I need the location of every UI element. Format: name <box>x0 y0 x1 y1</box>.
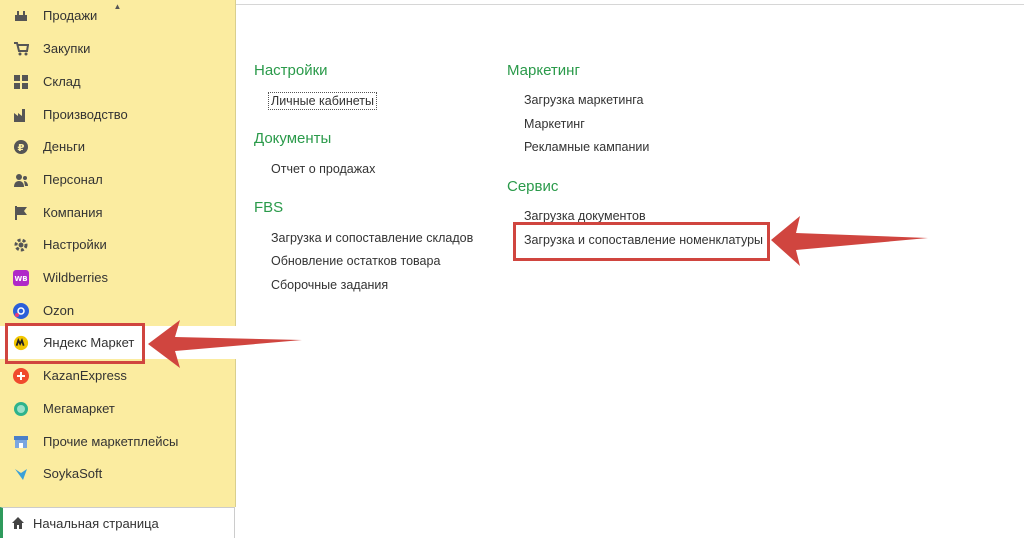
ruble-icon: ₽ <box>13 139 29 155</box>
link-assembly-tasks[interactable]: Сборочные задания <box>271 278 388 292</box>
sidebar-item-wildberries[interactable]: WB Wildberries <box>0 261 235 294</box>
ozon-icon <box>13 302 29 319</box>
people-icon <box>13 172 29 188</box>
link-ad-campaigns[interactable]: Рекламные кампании <box>524 140 649 154</box>
sidebar-item-personnel[interactable]: Персонал <box>0 163 235 196</box>
svg-text:WB: WB <box>14 275 27 283</box>
link-warehouse-mapping[interactable]: Загрузка и сопоставление складов <box>271 231 473 245</box>
store-icon <box>13 434 29 450</box>
sidebar-item-label: Настройки <box>43 237 107 252</box>
cart-icon <box>13 41 29 57</box>
home-page-tab[interactable]: Начальная страница <box>0 507 235 538</box>
sidebar-item-money[interactable]: ₽ Деньги <box>0 130 235 163</box>
sidebar-item-label: Персонал <box>43 172 103 187</box>
sidebar-item-label: Мегамаркет <box>43 401 115 416</box>
sidebar-item-label: KazanExpress <box>43 368 127 383</box>
annotation-box-nomenclature <box>513 222 770 261</box>
sidebar-item-purchases[interactable]: Закупки <box>0 32 235 65</box>
home-page-label: Начальная страница <box>33 516 159 531</box>
sales-icon <box>13 7 29 23</box>
annotation-arrow-right <box>771 216 928 266</box>
sidebar-item-label: Wildberries <box>43 270 109 285</box>
sidebar-item-company[interactable]: Компания <box>0 196 235 229</box>
section-title-service: Сервис <box>507 178 559 195</box>
wildberries-icon: WB <box>13 269 29 286</box>
annotation-box-yandex <box>5 323 145 364</box>
content-top-divider <box>236 4 1024 5</box>
sidebar-item-settings[interactable]: Настройки <box>0 228 235 261</box>
link-personal-accounts[interactable]: Личные кабинеты <box>268 92 377 110</box>
soykasoft-icon <box>13 466 29 482</box>
sidebar-item-label: Ozon <box>43 303 75 318</box>
svg-text:₽: ₽ <box>18 143 25 154</box>
sidebar-item-label: Продажи <box>43 8 98 23</box>
sidebar-item-label: Компания <box>43 205 103 220</box>
sidebar-item-label: Закупки <box>43 41 91 56</box>
link-stock-update[interactable]: Обновление остатков товара <box>271 254 440 268</box>
sidebar-item-megamarket[interactable]: Мегамаркет <box>0 392 235 425</box>
section-title-marketing: Маркетинг <box>507 62 580 79</box>
sidebar-item-warehouse[interactable]: Склад <box>0 65 235 98</box>
sidebar-item-soykasoft[interactable]: SoykaSoft <box>0 457 235 490</box>
sidebar-item-label: SoykaSoft <box>43 466 103 481</box>
megamarket-icon <box>13 401 29 417</box>
sidebar-item-label: Прочие маркетплейсы <box>43 434 179 449</box>
section-title-settings: Настройки <box>254 62 328 79</box>
home-icon <box>11 516 25 533</box>
sidebar: ▲ Продажи Закупки Склад Производство ₽ Д… <box>0 0 240 507</box>
link-marketing-load[interactable]: Загрузка маркетинга <box>524 93 644 107</box>
link-documents-load[interactable]: Загрузка документов <box>524 209 646 223</box>
gear-icon <box>13 237 29 253</box>
link-sales-report[interactable]: Отчет о продажах <box>271 162 375 176</box>
section-title-fbs: FBS <box>254 199 284 216</box>
factory-icon <box>13 107 29 123</box>
sidebar-item-label: Склад <box>43 74 81 89</box>
sidebar-item-other-marketplaces[interactable]: Прочие маркетплейсы <box>0 425 235 458</box>
kazanexpress-icon <box>13 367 29 384</box>
link-marketing[interactable]: Маркетинг <box>524 117 585 131</box>
sidebar-item-label: Производство <box>43 107 128 122</box>
warehouse-icon <box>13 74 29 90</box>
sidebar-item-sales[interactable]: Продажи <box>0 0 235 30</box>
flag-icon <box>13 205 29 221</box>
sidebar-item-label: Деньги <box>43 139 85 154</box>
section-title-documents: Документы <box>254 130 332 147</box>
sidebar-item-production[interactable]: Производство <box>0 98 235 131</box>
